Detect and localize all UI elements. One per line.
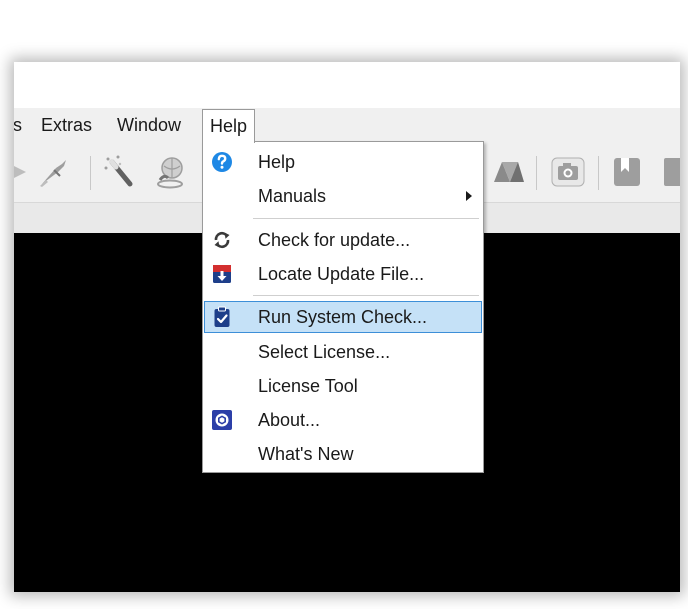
window-header-band — [14, 62, 680, 108]
help-menu-item-manuals[interactable]: Manuals — [204, 180, 482, 212]
globe-hand-icon[interactable] — [152, 154, 188, 190]
menu-item-window[interactable]: Window — [110, 108, 188, 142]
menu-item-help[interactable]: Help — [202, 109, 256, 143]
menu-item-label: Select License... — [258, 342, 391, 362]
menu-item-label: Manuals — [258, 186, 327, 206]
menu-item-label: Locate Update File... — [258, 264, 425, 284]
help-menu-item-check-for-update[interactable]: Check for update... — [204, 224, 482, 256]
toolbar-separator — [536, 156, 537, 190]
app-logo-icon — [212, 410, 232, 430]
menu-item-extras[interactable]: Extras — [34, 108, 99, 142]
help-menu-item-help[interactable]: Help — [204, 146, 482, 178]
menu-item-label: Help — [258, 152, 296, 172]
help-menu-item-whats-new[interactable]: What's New — [204, 438, 482, 470]
help-menu-item-license-tool[interactable]: License Tool — [204, 370, 482, 402]
page-icon[interactable] — [660, 154, 680, 190]
scalpel-icon[interactable] — [36, 154, 72, 190]
clipboard-check-icon — [214, 306, 230, 327]
help-menu-item-about[interactable]: About... — [204, 404, 482, 436]
menu-item-label: Check for update... — [258, 230, 411, 250]
camera-icon[interactable] — [550, 154, 586, 190]
menu-item-label: Run System Check... — [258, 307, 428, 327]
play-icon[interactable] — [14, 154, 34, 190]
help-menu-item-run-system-check[interactable]: Run System Check... — [204, 301, 482, 333]
submenu-arrow-icon — [466, 191, 472, 201]
menu-separator — [253, 218, 479, 219]
menu-item-label: What's New — [258, 444, 354, 464]
menu-bar: s Extras Window Help — [14, 108, 680, 143]
help-menu-item-select-license[interactable]: Select License... — [204, 336, 482, 368]
app-window-crop: s Extras Window Help Help Manuals Check … — [14, 62, 680, 592]
triangles-icon[interactable] — [490, 154, 526, 190]
help-menu-item-locate-update-file[interactable]: Locate Update File... — [204, 258, 482, 290]
menu-item-partial[interactable]: s — [14, 108, 29, 142]
toolbar-separator — [90, 156, 91, 190]
download-box-icon — [213, 265, 231, 283]
help-circle-icon — [212, 152, 232, 172]
page-top-whitespace — [0, 0, 688, 62]
refresh-icon — [214, 231, 230, 249]
menu-separator — [253, 295, 479, 296]
menu-item-label: About... — [258, 410, 321, 430]
help-menu-dropdown: Help Manuals Check for update... Locate … — [202, 141, 484, 473]
magic-wand-icon[interactable] — [102, 154, 138, 190]
bookmark-icon[interactable] — [610, 154, 646, 190]
menu-item-label: License Tool — [258, 376, 358, 396]
toolbar-separator — [598, 156, 599, 190]
